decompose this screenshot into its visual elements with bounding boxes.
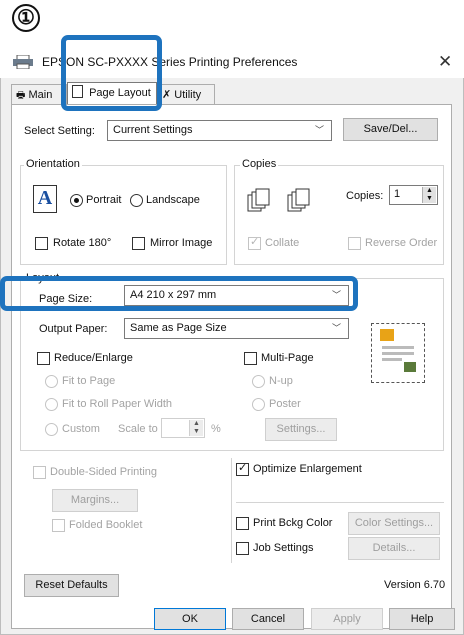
collate-pages-icon bbox=[246, 187, 326, 213]
multi-page-label: Multi-Page bbox=[261, 352, 314, 364]
chevron-down-icon: ﹀ bbox=[331, 323, 341, 333]
printer-icon bbox=[13, 54, 33, 70]
mirror-image-label: Mirror Image bbox=[150, 237, 213, 249]
rotate180-checkbox[interactable] bbox=[35, 237, 48, 250]
fit-to-page-radio[interactable] bbox=[45, 375, 58, 388]
portrait-radio[interactable] bbox=[70, 194, 83, 207]
double-sided-label: Double-Sided Printing bbox=[50, 466, 158, 478]
multi-page-checkbox[interactable] bbox=[244, 352, 257, 365]
copies-spinbox[interactable]: 1 ▲ ▼ bbox=[389, 185, 438, 205]
double-sided-checkbox[interactable] bbox=[33, 466, 46, 479]
reverse-order-label: Reverse Order bbox=[365, 237, 438, 249]
spin-arrows-icon[interactable]: ▲ ▼ bbox=[189, 420, 203, 436]
page-preview-image bbox=[371, 323, 425, 383]
ok-button[interactable]: OK bbox=[154, 608, 226, 630]
poster-radio[interactable] bbox=[252, 398, 265, 411]
portrait-label: Portrait bbox=[86, 194, 122, 206]
tab-highlight bbox=[61, 35, 162, 111]
step-number-badge: ① bbox=[12, 4, 40, 32]
tab-main[interactable]: 🖶 Main bbox=[11, 84, 67, 106]
percent-label: % bbox=[211, 423, 221, 435]
copies-value: 1 bbox=[394, 188, 401, 200]
folded-booklet-checkbox[interactable] bbox=[52, 519, 65, 532]
fit-to-page-label: Fit to Page bbox=[62, 375, 116, 387]
custom-label: Custom bbox=[62, 423, 100, 435]
print-bckg-color-label: Print Bckg Color bbox=[253, 517, 333, 529]
copies-group bbox=[234, 165, 444, 265]
scale-to-label: Scale to bbox=[118, 423, 158, 435]
custom-radio[interactable] bbox=[45, 423, 58, 436]
print-bckg-color-checkbox[interactable] bbox=[236, 517, 249, 530]
poster-label: Poster bbox=[269, 398, 301, 410]
fit-to-roll-radio[interactable] bbox=[45, 398, 58, 411]
select-setting-dropdown[interactable]: Current Settings ﹀ bbox=[107, 120, 332, 141]
landscape-label: Landscape bbox=[146, 194, 200, 206]
scale-spinbox[interactable]: ▲ ▼ bbox=[161, 418, 205, 438]
job-settings-label: Job Settings bbox=[253, 542, 314, 554]
close-icon[interactable]: ✕ bbox=[438, 52, 452, 72]
printer-icon: 🖶 bbox=[16, 90, 26, 101]
reduce-enlarge-label: Reduce/Enlarge bbox=[54, 352, 133, 364]
reverse-order-checkbox[interactable] bbox=[348, 237, 361, 250]
copies-group-label: Copies bbox=[240, 158, 279, 170]
version-label: Version 6.70 bbox=[384, 579, 446, 591]
reduce-enlarge-checkbox[interactable] bbox=[37, 352, 50, 365]
collate-label: Collate bbox=[265, 237, 300, 249]
horizontal-divider bbox=[236, 502, 444, 503]
output-paper-label: Output Paper: bbox=[39, 323, 108, 335]
reset-defaults-button[interactable]: Reset Defaults bbox=[24, 574, 119, 597]
tab-utility[interactable]: ✗ Utility bbox=[157, 84, 215, 106]
save-del-button[interactable]: Save/Del... bbox=[343, 118, 438, 141]
copies-label: Copies: bbox=[346, 190, 384, 202]
chevron-down-icon: ﹀ bbox=[314, 125, 324, 135]
n-up-radio[interactable] bbox=[252, 375, 265, 388]
margins-button[interactable]: Margins... bbox=[52, 489, 138, 512]
spin-arrows-icon[interactable]: ▲ ▼ bbox=[422, 187, 436, 203]
orientation-group bbox=[20, 165, 227, 265]
job-settings-checkbox[interactable] bbox=[236, 542, 249, 555]
output-paper-dropdown[interactable]: Same as Page Size ﹀ bbox=[124, 318, 349, 339]
folded-booklet-label: Folded Booklet bbox=[69, 519, 143, 531]
mirror-image-checkbox[interactable] bbox=[132, 237, 145, 250]
fit-to-roll-label: Fit to Roll Paper Width bbox=[62, 398, 173, 410]
orientation-group-label: Orientation bbox=[24, 158, 82, 170]
help-button[interactable]: Help bbox=[389, 608, 455, 630]
n-up-label: N-up bbox=[269, 375, 293, 387]
portrait-page-icon: A bbox=[33, 185, 57, 213]
details-button[interactable]: Details... bbox=[348, 537, 440, 560]
color-settings-button[interactable]: Color Settings... bbox=[348, 512, 440, 535]
collate-checkbox[interactable]: ✓ bbox=[248, 236, 261, 250]
select-setting-label: Select Setting: bbox=[24, 125, 95, 137]
optimize-enlargement-label: Optimize Enlargement bbox=[253, 463, 362, 475]
cancel-button[interactable]: Cancel bbox=[232, 608, 304, 630]
page-size-highlight bbox=[0, 276, 358, 311]
apply-button[interactable]: Apply bbox=[311, 608, 383, 630]
landscape-radio[interactable] bbox=[130, 194, 143, 207]
rotate180-label: Rotate 180° bbox=[53, 237, 112, 249]
wrench-icon: ✗ bbox=[162, 89, 172, 101]
vertical-divider bbox=[231, 458, 232, 563]
multi-page-settings-button[interactable]: Settings... bbox=[265, 418, 337, 441]
optimize-enlargement-checkbox[interactable]: ✓ bbox=[236, 462, 249, 476]
